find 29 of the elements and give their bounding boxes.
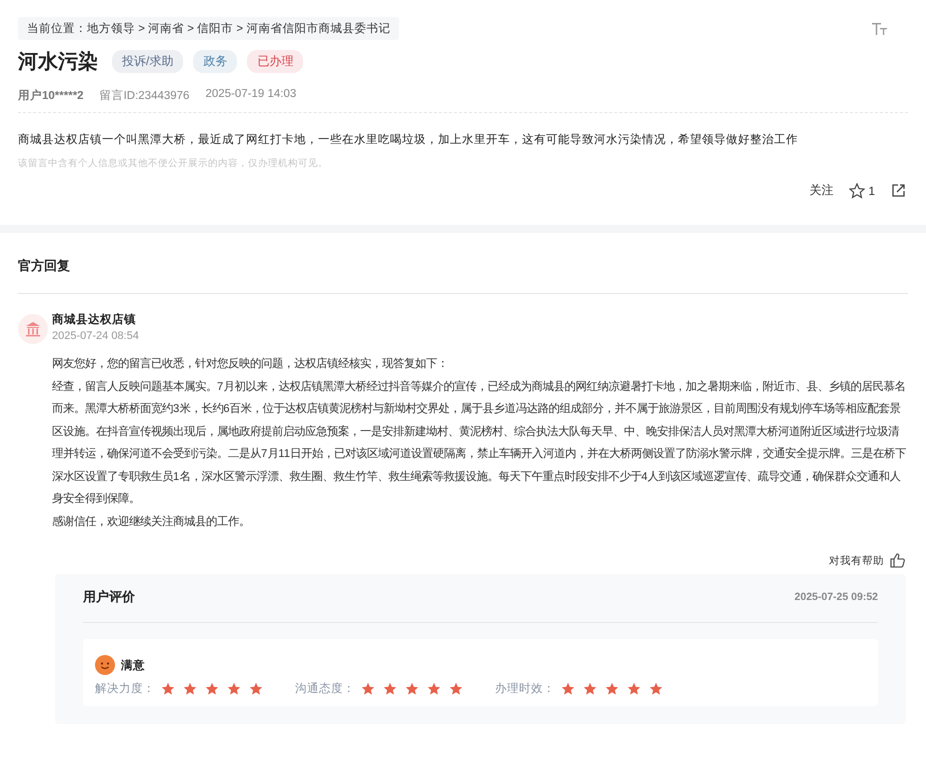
evaluation-time: 2025-07-25 09:52	[794, 591, 878, 603]
tag: 投诉/求助	[112, 50, 184, 73]
message-text: 商城县达权店镇一个叫黑潭大桥，最近成了网红打卡地，一些在水里吃喝垃圾，加上水里开车，这有可能导致河水污染情况，希望领导做好整治工作	[18, 132, 799, 147]
tag: 已办理	[247, 50, 304, 73]
smiley-icon	[95, 655, 115, 675]
rating-label: 沟通态度：	[295, 682, 355, 696]
satisfaction-label: 满意	[121, 658, 145, 672]
share-icon[interactable]	[891, 183, 906, 198]
thumbs-up-icon[interactable]	[890, 553, 905, 568]
helpful-button[interactable]: 对我有帮助	[829, 554, 884, 568]
post-time: 2025-07-19 14:03	[205, 88, 296, 102]
privacy-notice: 该留言中含有个人信息或其他不便公开展示的内容，仅办理机构可见。	[18, 157, 329, 170]
rating-label: 办理时效：	[495, 682, 555, 696]
breadcrumb: 当前位置：地方领导 > 河南省 > 信阳市 > 河南省信阳市商城县委书记	[18, 17, 400, 40]
follow-button[interactable]: 关注	[809, 182, 834, 199]
reply-time: 2025-07-24 08:54	[52, 330, 139, 342]
tag: 政务	[193, 50, 238, 73]
page-title: 河水污染	[18, 50, 98, 75]
building-icon	[18, 314, 48, 344]
rating-label: 解决力度：	[95, 682, 155, 696]
evaluation-heading: 用户评价	[83, 588, 135, 606]
reply-paragraph: 经查，留言人反映问题基本属实。7月初以来，达权店镇黑潭大桥经过抖音等媒介的宣传，已经成为商城县的网红纳凉避暑打卡地，加之暑期来临，附近市、县、乡镇的居民慕名而来。黑潭大桥桥面宽约3米，长约6百米，位于达权店镇黄泥榜村与新坳村交界处，属于县乡道冯达路的组成部分，并不属于旅游景区，目前周围没有规划停车场等相应配套景区设施。在抖音宣传视频出现后，属地政府提前启动应急预案，一是安排新建坳村、黄泥榜村、综合执法大队每天早、中、晚安排保洁人员对黑潭大桥河道附近区域进行垃圾清理并转运，确保河道不会受到污染。二是从7月11日开始，已对该区域河道设置硬隔离，禁止车辆开入河道内，并在大桥两侧设置了防溺水警示牌，交通安全提示牌。三是在桥下深水区设置了专职救生员1名，深水区警示浮漂、救生圈、救生竹竿、救生绳索等救援设施。每天下午重点时段安排不少于4人到该区域巡逻宣传、疏导交通，确保群众交通和人身安全得到保障。	[52, 379, 908, 507]
font-size-icon[interactable]	[872, 22, 888, 36]
section-heading: 官方回复	[18, 257, 71, 275]
reply-paragraph: 感谢信任，欢迎继续关注商城县的工作。	[52, 514, 251, 530]
message-id: 留言ID:23443976	[100, 88, 190, 103]
reply-paragraph: 网友您好，您的留言已收悉，针对您反映的问题，达权店镇经核实，现答复如下：	[52, 356, 449, 372]
user-name: 用户10*****2	[18, 88, 84, 103]
organization-name: 商城县达权店镇	[52, 312, 137, 327]
